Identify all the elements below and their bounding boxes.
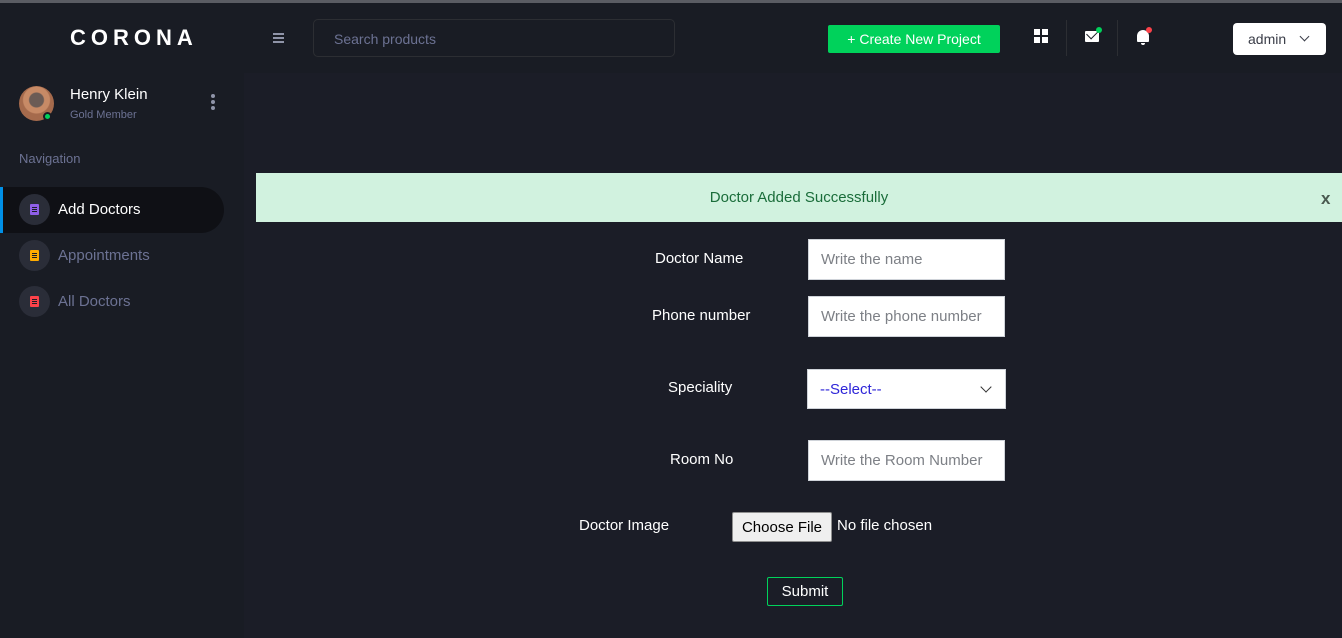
sidebar-item-add-doctors[interactable]: Add Doctors: [0, 187, 224, 233]
brand-logo[interactable]: CORONA: [70, 25, 198, 51]
chevron-down-icon: [1299, 31, 1310, 42]
doctor-name-label: Doctor Name: [655, 250, 744, 267]
profile-role: Gold Member: [70, 109, 137, 121]
document-icon: [19, 286, 50, 317]
speciality-selected-value: --Select--: [820, 380, 882, 398]
chevron-down-icon: [980, 381, 992, 393]
user-profile: Henry Klein Gold Member: [19, 84, 229, 124]
grid-icon[interactable]: [1030, 25, 1052, 47]
bell-notification-dot: [1146, 27, 1152, 33]
document-icon: [19, 194, 50, 225]
speciality-label: Speciality: [668, 379, 733, 396]
speciality-select[interactable]: --Select--: [807, 369, 1006, 409]
sidebar-item-label: Appointments: [58, 247, 150, 264]
sidebar-item-appointments[interactable]: Appointments: [0, 233, 224, 279]
success-alert: Doctor Added Successfully: [256, 173, 1342, 222]
alert-close-button[interactable]: x: [1321, 189, 1330, 209]
profile-name: Henry Klein: [70, 86, 148, 103]
phone-label: Phone number: [652, 307, 751, 324]
phone-field[interactable]: [808, 296, 1005, 337]
divider: [1117, 20, 1118, 56]
room-number-field[interactable]: [808, 440, 1005, 481]
search-input[interactable]: [334, 31, 654, 47]
submit-button[interactable]: Submit: [767, 577, 843, 606]
more-options-icon[interactable]: [211, 94, 215, 112]
mail-notification-dot: [1096, 27, 1102, 33]
choose-file-button[interactable]: Choose File: [732, 512, 832, 542]
online-status-dot: [43, 112, 52, 121]
sidebar: CORONA Henry Klein Gold Member Navigatio…: [0, 3, 244, 638]
divider: [1066, 20, 1067, 56]
sidebar-item-label: Add Doctors: [58, 201, 141, 218]
alert-message: Doctor Added Successfully: [709, 189, 889, 206]
user-menu-dropdown[interactable]: admin: [1233, 23, 1326, 55]
file-status-text: No file chosen: [837, 517, 933, 534]
menu-toggle-icon[interactable]: [273, 33, 284, 45]
nav-heading: Navigation: [19, 151, 81, 166]
sidebar-item-all-doctors[interactable]: All Doctors: [0, 279, 224, 325]
room-label: Room No: [670, 451, 734, 468]
doctor-name-field[interactable]: [808, 239, 1005, 280]
document-icon: [19, 240, 50, 271]
create-project-button[interactable]: + Create New Project: [828, 25, 1000, 53]
user-menu-label: admin: [1248, 31, 1287, 47]
sidebar-item-label: All Doctors: [58, 293, 131, 310]
top-navbar: + Create New Project admin: [244, 3, 1342, 73]
search-box[interactable]: [313, 19, 675, 57]
doctor-image-label: Doctor Image: [579, 517, 670, 534]
